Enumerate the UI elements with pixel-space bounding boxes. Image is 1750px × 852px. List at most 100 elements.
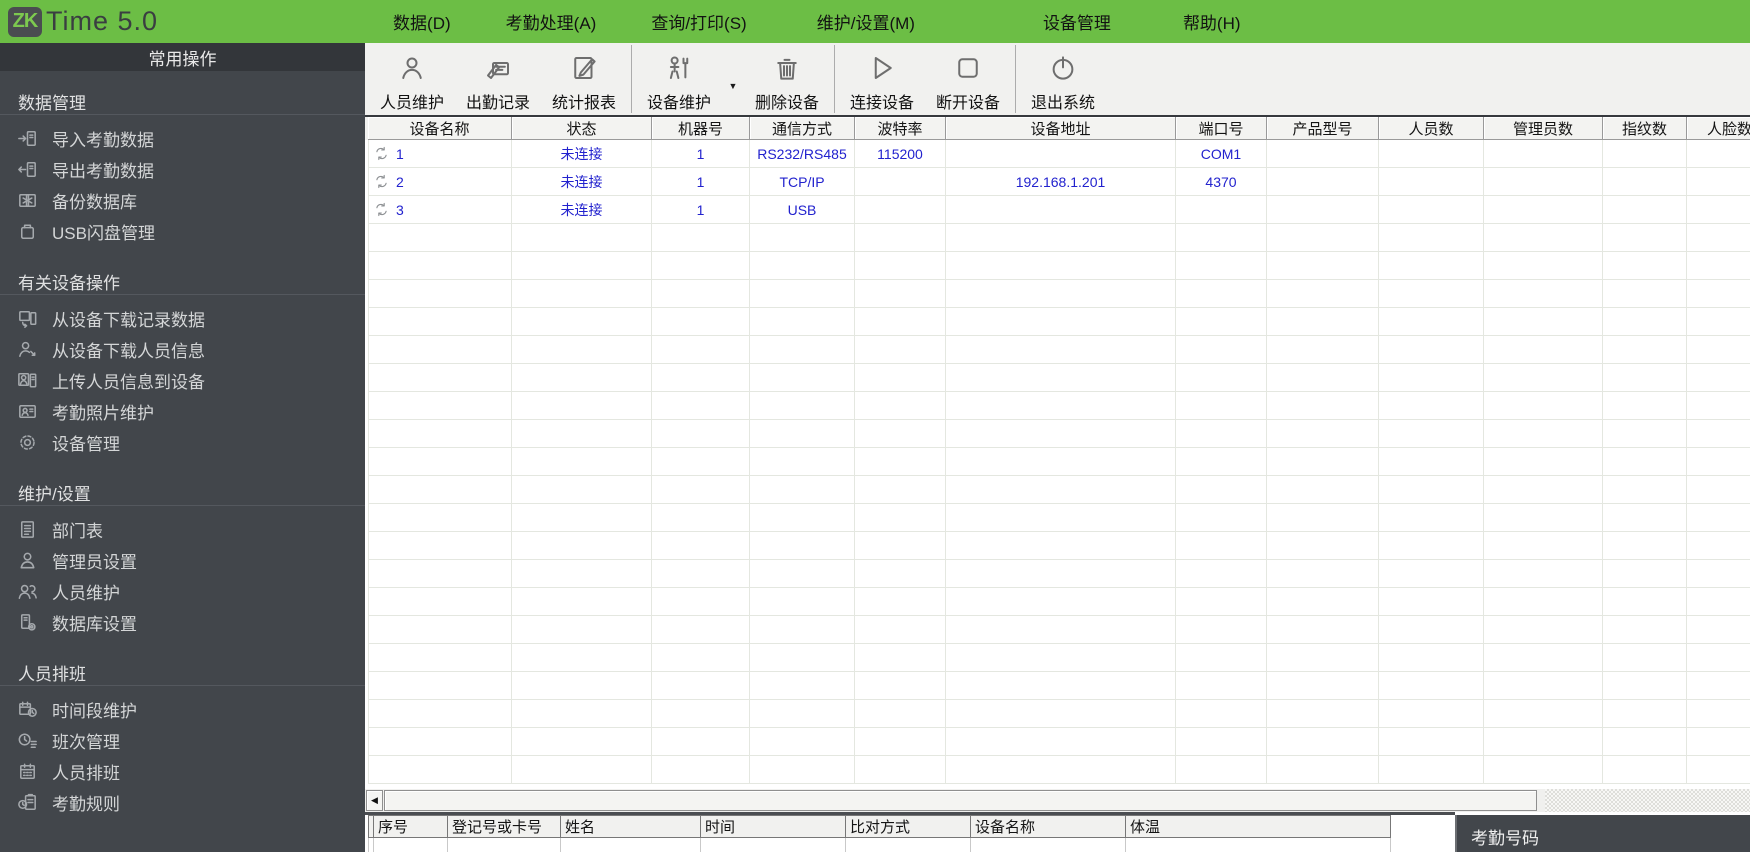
device-row-2[interactable]: 2未连接1TCP/IP192.168.1.2014370	[368, 168, 1750, 196]
app-logo: ZK Time 5.0	[8, 6, 158, 37]
device-cell	[1176, 588, 1267, 616]
toolbar-button-exit-system[interactable]: 退出系统	[1020, 43, 1106, 115]
device-cell	[855, 168, 946, 196]
device-cell	[512, 700, 652, 728]
device-cell	[512, 364, 652, 392]
sidebar-item-backup-database[interactable]: 备份数据库	[0, 185, 365, 216]
device-row-3[interactable]: 3未连接1USB	[368, 196, 1750, 224]
device-empty-row	[368, 588, 1750, 616]
device-column-header[interactable]: 端口号	[1176, 117, 1267, 140]
sidebar-item-usb-disk-manage[interactable]: USB闪盘管理	[0, 216, 365, 247]
device-cell	[652, 364, 750, 392]
device-cell	[1267, 392, 1379, 420]
clock-clipboard-icon	[16, 791, 39, 814]
device-cell	[1176, 420, 1267, 448]
sidebar-item-label: 管理员设置	[52, 548, 137, 573]
device-column-header[interactable]: 状态	[512, 117, 652, 140]
calendar-clock-icon	[16, 698, 39, 721]
toolbar-dropdown-arrow-icon[interactable]: ▼	[722, 43, 744, 115]
device-column-header[interactable]: 管理员数	[1484, 117, 1603, 140]
sidebar-item-shift-management[interactable]: 班次管理	[0, 725, 365, 756]
device-cell	[512, 224, 652, 252]
device-cell	[1603, 644, 1687, 672]
device-cell	[855, 252, 946, 280]
sidebar-item-download-records-from-device[interactable]: 从设备下载记录数据	[0, 303, 365, 334]
sidebar-item-personnel-maintain[interactable]: 人员维护	[0, 576, 365, 607]
sidebar-item-upload-personnel-to-device[interactable]: 上传人员信息到设备	[0, 365, 365, 396]
device-cell	[1687, 196, 1750, 224]
sidebar-item-device-management[interactable]: 设备管理	[0, 427, 365, 458]
device-name: 3	[396, 202, 404, 218]
toolbar-button-attendance-records[interactable]: 出勤记录	[455, 43, 541, 115]
device-cell	[1267, 336, 1379, 364]
toolbar-button-delete-device[interactable]: 删除设备	[744, 43, 830, 115]
device-cell	[750, 616, 855, 644]
device-cell	[946, 476, 1176, 504]
device-cell	[750, 336, 855, 364]
device-column-header[interactable]: 产品型号	[1267, 117, 1379, 140]
device-cell	[652, 252, 750, 280]
device-cell	[1603, 224, 1687, 252]
sidebar-item-export-attendance-data[interactable]: 导出考勤数据	[0, 154, 365, 185]
device-column-header[interactable]: 设备地址	[946, 117, 1176, 140]
log-cell	[701, 838, 846, 852]
scrollbar-left-arrow-icon[interactable]: ◀	[366, 790, 383, 811]
sidebar-item-attendance-photo-maintain[interactable]: 考勤照片维护	[0, 396, 365, 427]
device-cell	[652, 756, 750, 784]
device-cell	[855, 756, 946, 784]
export-icon	[16, 158, 39, 181]
device-cell	[1484, 616, 1603, 644]
device-column-header[interactable]: 人脸数	[1687, 117, 1750, 140]
device-cell	[855, 364, 946, 392]
device-cell: 1	[368, 140, 512, 168]
menu-item-device-management[interactable]: 设备管理	[1043, 9, 1111, 34]
device-column-header[interactable]: 设备名称	[368, 117, 512, 140]
device-column-header[interactable]: 人员数	[1379, 117, 1484, 140]
device-cell	[1484, 504, 1603, 532]
device-cell	[1687, 308, 1750, 336]
device-cell	[1687, 532, 1750, 560]
device-cell	[652, 280, 750, 308]
device-column-header[interactable]: 波特率	[855, 117, 946, 140]
device-cell	[1267, 504, 1379, 532]
device-cell	[1267, 280, 1379, 308]
device-cell	[1687, 644, 1750, 672]
menu-item-attendance-processing[interactable]: 考勤处理(A)	[506, 9, 597, 34]
toolbar-button-device-maintain[interactable]: 设备维护	[636, 43, 722, 115]
scrollbar-thumb[interactable]	[384, 790, 1537, 811]
device-cell	[1484, 448, 1603, 476]
device-cell	[368, 756, 512, 784]
toolbar-button-connect-device[interactable]: 连接设备	[839, 43, 925, 115]
horizontal-scrollbar[interactable]: ◀	[365, 789, 1750, 812]
device-cell	[946, 532, 1176, 560]
toolbar-group-4: 退出系统	[1020, 43, 1106, 115]
device-row-1[interactable]: 1未连接1RS232/RS485115200COM1	[368, 140, 1750, 168]
menu-item-maintain-settings[interactable]: 维护/设置(M)	[817, 9, 915, 34]
device-cell	[1176, 728, 1267, 756]
device-cell	[750, 756, 855, 784]
sidebar-item-department-table[interactable]: 部门表	[0, 514, 365, 545]
sidebar-item-administrator-settings[interactable]: 管理员设置	[0, 545, 365, 576]
toolbar-button-disconnect-device[interactable]: 断开设备	[925, 43, 1011, 115]
menu-item-data[interactable]: 数据(D)	[393, 9, 451, 34]
device-cell	[1484, 756, 1603, 784]
sidebar-item-label: 人员维护	[52, 579, 120, 604]
sidebar-item-import-attendance-data[interactable]: 导入考勤数据	[0, 123, 365, 154]
menu-item-query-print[interactable]: 查询/打印(S)	[651, 9, 746, 34]
device-column-header[interactable]: 指纹数	[1603, 117, 1687, 140]
device-column-header[interactable]: 通信方式	[750, 117, 855, 140]
device-cell	[1176, 252, 1267, 280]
toolbar-button-personnel-maintain[interactable]: 人员维护	[369, 43, 455, 115]
sidebar-item-database-settings[interactable]: 数据库设置	[0, 607, 365, 638]
menu-item-help[interactable]: 帮助(H)	[1183, 9, 1241, 34]
sidebar-item-personnel-scheduling[interactable]: 人员排班	[0, 756, 365, 787]
device-cell	[1379, 728, 1484, 756]
toolbar-button-statistic-report[interactable]: 统计报表	[541, 43, 627, 115]
device-cell	[1176, 336, 1267, 364]
sidebar-item-time-period-maintain[interactable]: 时间段维护	[0, 694, 365, 725]
device-cell	[512, 252, 652, 280]
sidebar-item-attendance-rules[interactable]: 考勤规则	[0, 787, 365, 818]
device-cell: 1	[652, 140, 750, 168]
sidebar-item-download-personnel-from-device[interactable]: 从设备下载人员信息	[0, 334, 365, 365]
device-column-header[interactable]: 机器号	[652, 117, 750, 140]
